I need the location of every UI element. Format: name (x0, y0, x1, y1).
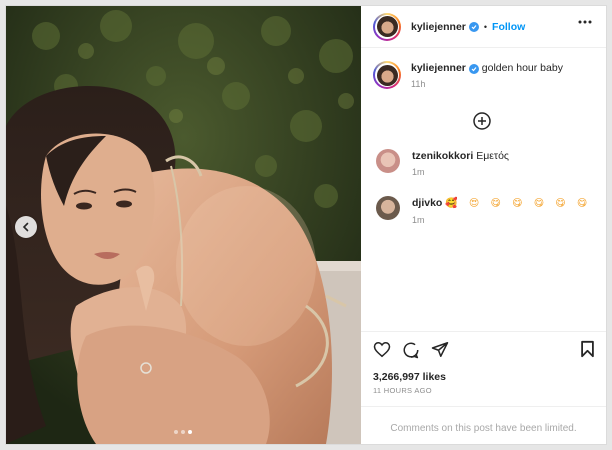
heart-icon[interactable] (373, 341, 391, 358)
caption-time: 11h (411, 79, 426, 89)
comment-text: 🥰 😍 😋 😋 😋 😋 😋 (445, 198, 592, 209)
comment-time: 1m (412, 167, 425, 177)
post-timestamp: 11 HOURS AGO (373, 386, 432, 395)
comment-item: tzenikokkori Εμετός 1m (373, 149, 509, 177)
comments-limited-bar: Comments on this post have been limited. (361, 406, 606, 444)
post-photo (6, 6, 361, 444)
carousel-dot-active (188, 430, 192, 434)
header-separator: • (483, 21, 488, 32)
follow-button[interactable]: Follow (492, 21, 525, 33)
author-username[interactable]: kyliejenner (411, 21, 466, 33)
carousel-prev-button[interactable] (15, 216, 37, 238)
share-icon[interactable] (431, 341, 449, 358)
commenter-avatar[interactable] (376, 196, 400, 220)
caption-username[interactable]: kyliejenner (411, 62, 466, 74)
caption-avatar[interactable] (373, 61, 401, 89)
bookmark-icon[interactable] (580, 340, 595, 358)
likes-count[interactable]: 3,266,997 likes (373, 371, 446, 383)
post-header: kyliejenner • Follow (361, 6, 606, 48)
verified-badge-icon (468, 64, 479, 74)
post-dialog: kyliejenner • Follow kyliejenner golden … (5, 5, 607, 445)
comment-time: 1m (412, 215, 425, 225)
comment-icon[interactable] (402, 341, 420, 359)
carousel-dot (174, 430, 178, 434)
add-circle-icon[interactable] (473, 112, 491, 130)
caption-line: kyliejenner golden hour baby (411, 61, 563, 75)
caption-text: golden hour baby (481, 62, 563, 74)
post-sidebar: kyliejenner • Follow kyliejenner golden … (361, 6, 606, 444)
carousel-dot (181, 430, 185, 434)
commenter-avatar[interactable] (376, 149, 400, 173)
caption: kyliejenner golden hour baby 11h (373, 61, 563, 89)
comment-username[interactable]: tzenikokkori (412, 150, 473, 162)
chevron-left-icon (22, 222, 29, 232)
comments-limited-notice: Comments on this post have been limited. (390, 423, 577, 434)
comment-text: Εμετός (476, 150, 509, 162)
verified-badge-icon (468, 21, 479, 32)
post-media[interactable] (6, 6, 361, 444)
comment-item: djivko 🥰 😍 😋 😋 😋 😋 😋 1m (373, 196, 591, 225)
carousel-indicator (174, 430, 192, 434)
more-horizontal-icon[interactable] (578, 20, 592, 24)
comment-username[interactable]: djivko (412, 197, 442, 209)
action-divider (361, 331, 606, 332)
author-avatar[interactable] (373, 12, 401, 41)
